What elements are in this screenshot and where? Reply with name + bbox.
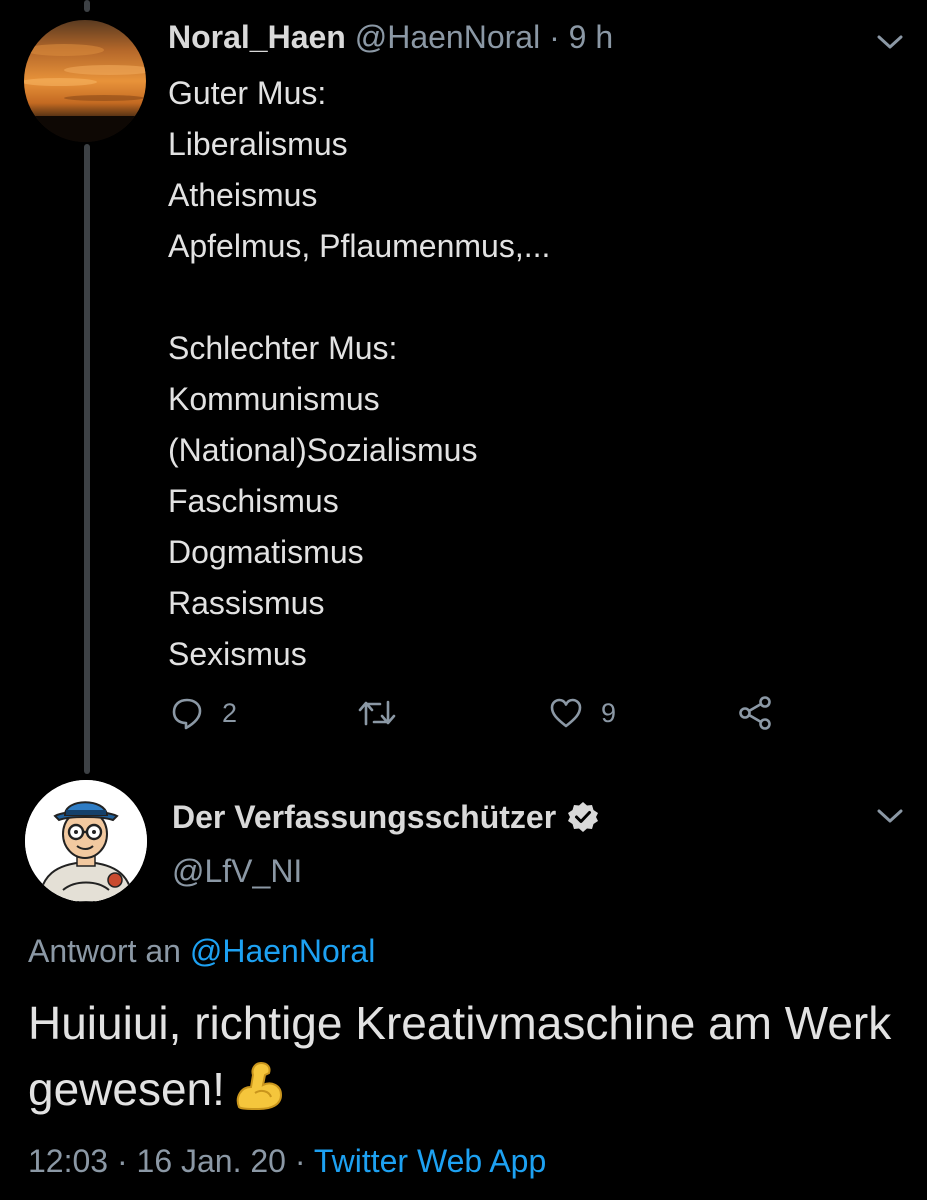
display-name[interactable]: Der Verfassungsschützer [172,796,556,838]
display-name[interactable]: Noral_Haen [168,19,346,55]
sunset-avatar-icon [24,20,146,142]
mascot-avatar-icon [25,780,147,902]
tweet-header: Der Verfassungsschützer [172,796,600,838]
tweet-line: Guter Mus: [168,75,327,111]
tweet-line: Faschismus [168,483,339,519]
flexed-biceps-emoji [236,1061,282,1111]
like-button[interactable]: 9 [549,690,616,736]
share-button[interactable] [737,690,773,736]
tweet-meta: 12:03 · 16 Jan. 20 · Twitter Web App [28,1140,546,1182]
reply-prefix: Antwort an [28,933,190,969]
avatar[interactable] [24,20,146,142]
tweet-line: Atheismus [168,177,318,213]
tweet-line: Dogmatismus [168,534,364,570]
tweet-line: (National)Sozialismus [168,432,478,468]
reply-icon [172,698,202,730]
tweet-line: Apfelmus, Pflaumenmus,... [168,228,551,264]
chevron-down-icon[interactable] [875,32,905,52]
separator: · [540,19,569,55]
date: 16 Jan. 20 [136,1143,286,1179]
handle[interactable]: @HaenNoral [355,19,540,55]
tweet-line: Schlechter Mus: [168,330,398,366]
action-bar: 2 9 [0,690,927,736]
tweet-text: Huiuiui, richtige Kreativmaschine am Wer… [28,990,908,1122]
reply-button[interactable]: 2 [170,690,237,736]
like-count: 9 [601,697,617,728]
separator: · [285,1143,314,1179]
retweet-icon [358,700,396,726]
tweet-body: Huiuiui, richtige Kreativmaschine am Wer… [28,997,892,1115]
handle[interactable]: @LfV_NI [172,850,302,892]
reply-count: 2 [222,697,238,728]
reply-to-link[interactable]: @HaenNoral [190,933,375,969]
timestamp[interactable]: 9 h [569,19,613,55]
tweet-line: Liberalismus [168,126,348,162]
tweet-line: Sexismus [168,636,307,672]
timestamp: 12:03 [28,1143,109,1179]
separator: · [108,1143,137,1179]
avatar[interactable] [25,780,147,902]
tweet-line: Kommunismus [168,381,380,417]
tweet-text: Guter Mus: Liberalismus Atheismus Apfelm… [168,68,550,680]
thread-line-top [84,0,90,12]
thread-line [84,144,90,774]
chevron-down-icon[interactable] [875,806,905,826]
share-icon [739,696,771,730]
tweet-line: Rassismus [168,585,325,621]
tweet-header: Noral_Haen @HaenNoral · 9 h [168,16,613,58]
heart-icon [550,698,582,728]
reply-context: Antwort an @HaenNoral [28,930,375,972]
source-link[interactable]: Twitter Web App [314,1143,546,1179]
retweet-button[interactable] [358,690,396,736]
verified-badge-icon [568,802,599,832]
